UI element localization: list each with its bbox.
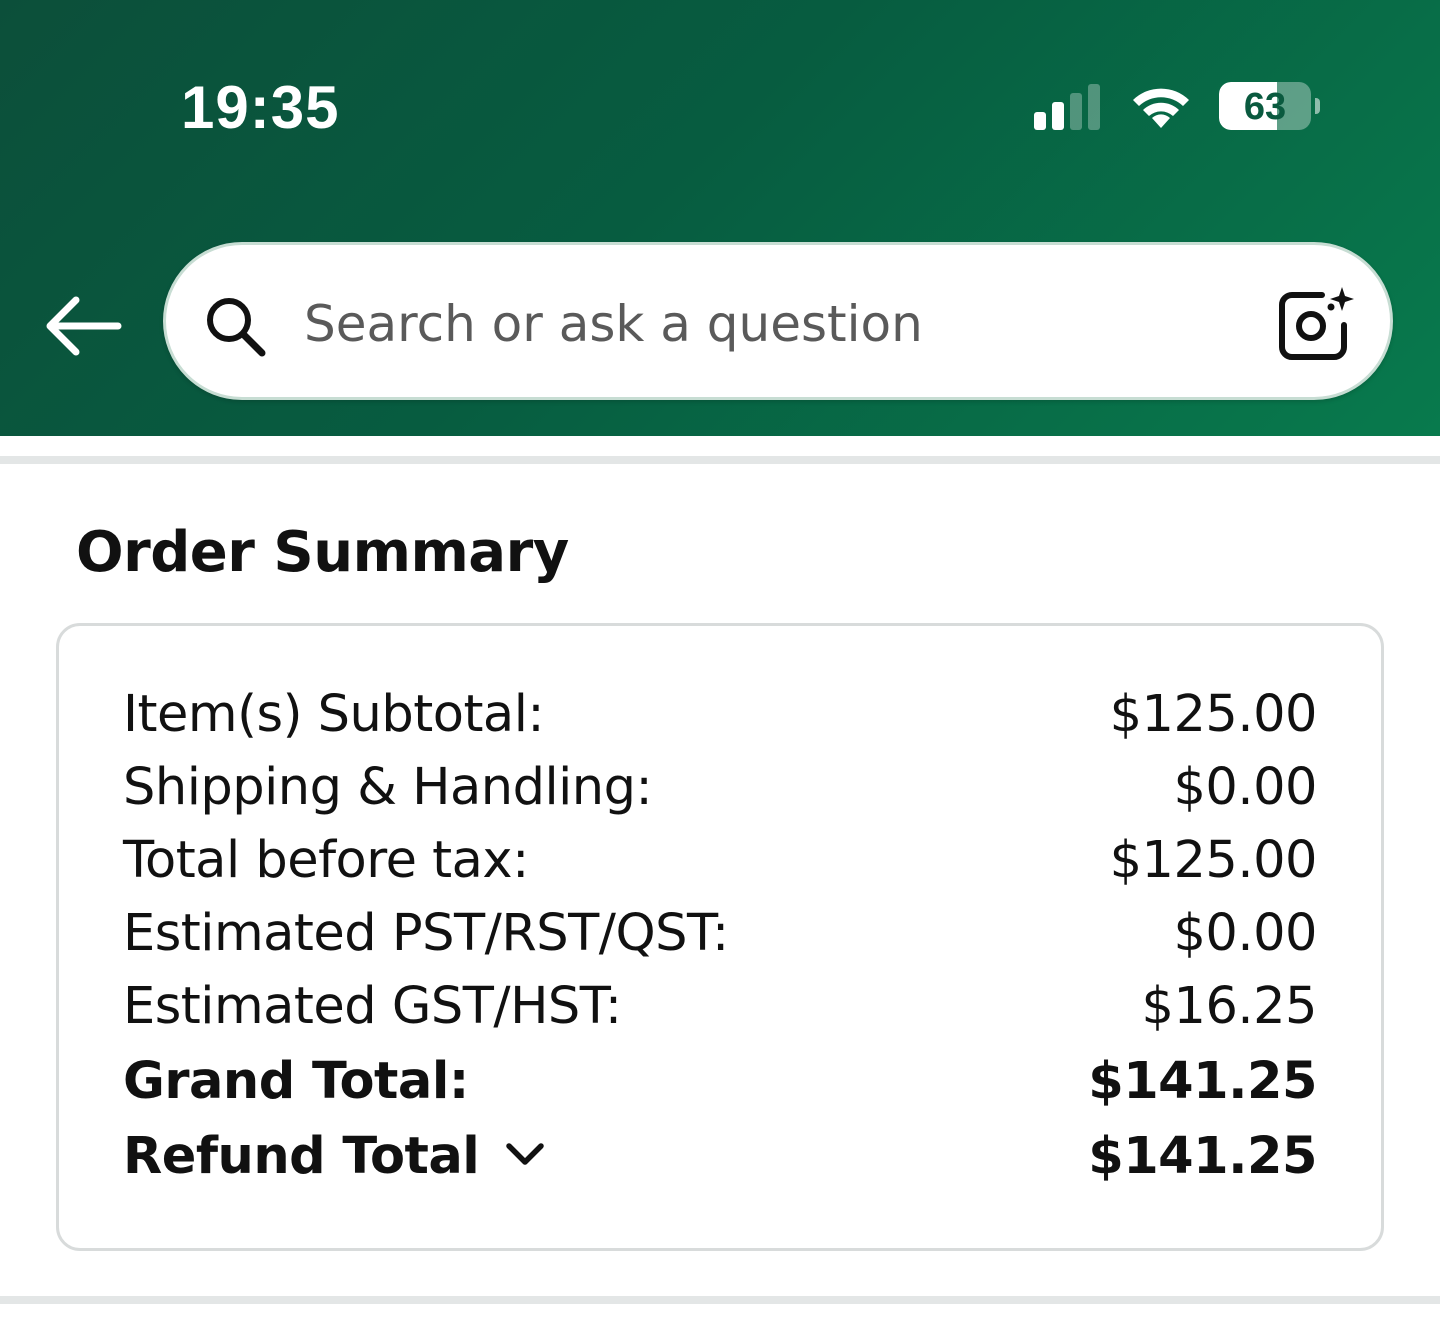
camera-sparkle-icon[interactable] [1276, 285, 1356, 365]
summary-row-label: Estimated GST/HST: [123, 977, 622, 1036]
app-header: 19:35 63 [0, 0, 1440, 436]
summary-row-value: $125.00 [1109, 831, 1318, 890]
status-bar: 19:35 63 [0, 0, 1440, 200]
search-icon [207, 298, 266, 357]
battery-percent: 63 [1243, 86, 1287, 128]
summary-row-label: Refund Total [123, 1127, 480, 1186]
search-input[interactable] [304, 281, 1254, 367]
summary-row-grand-total: Grand Total: $141.25 [123, 1045, 1317, 1119]
section-divider-top [0, 456, 1440, 464]
summary-row-subtotal: Item(s) Subtotal: $125.00 [123, 678, 1318, 752]
summary-row-pst: Estimated PST/RST/QST: $0.00 [123, 897, 1317, 971]
order-summary-card: Item(s) Subtotal: $125.00 Shipping & Han… [56, 623, 1384, 1251]
summary-row-value: $125.00 [1109, 685, 1318, 744]
summary-row-label: Item(s) Subtotal: [123, 685, 545, 744]
summary-row-gst: Estimated GST/HST: $16.25 [123, 970, 1318, 1044]
summary-row-value: $16.25 [1141, 977, 1318, 1036]
summary-row-value: $0.00 [1173, 758, 1317, 817]
refund-total-toggle[interactable]: Refund Total [123, 1120, 547, 1194]
summary-row-label: Total before tax: [123, 831, 529, 890]
back-arrow-icon[interactable] [40, 290, 124, 362]
status-time: 19:35 [181, 74, 340, 141]
summary-row-label: Shipping & Handling: [123, 758, 653, 817]
section-divider-bottom [0, 1296, 1440, 1304]
chevron-down-icon [506, 1143, 545, 1165]
summary-row-value: $141.25 [1088, 1127, 1317, 1186]
summary-row-refund-total: Refund Total $141.25 [123, 1120, 1317, 1194]
search-bar[interactable] [163, 242, 1393, 400]
summary-row-shipping: Shipping & Handling: $0.00 [123, 751, 1317, 825]
battery-indicator: 63 [1219, 82, 1323, 132]
wifi-icon [1133, 88, 1189, 128]
summary-row-label: Grand Total: [123, 1052, 469, 1111]
summary-row-value: $141.25 [1088, 1052, 1317, 1111]
battery-body: 63 [1219, 82, 1311, 130]
summary-row-label: Estimated PST/RST/QST: [123, 904, 729, 963]
summary-row-total-before-tax: Total before tax: $125.00 [123, 824, 1318, 898]
summary-row-value: $0.00 [1173, 904, 1317, 963]
battery-tip [1315, 98, 1320, 114]
cellular-signal-icon [1034, 84, 1100, 130]
order-summary-title: Order Summary [76, 520, 569, 585]
